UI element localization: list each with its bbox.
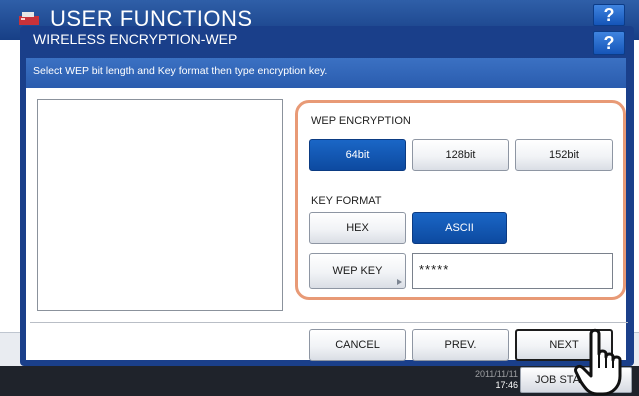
wep-64bit-button[interactable]: 64bit xyxy=(309,139,406,171)
clock: 2011/11/11 17:46 xyxy=(462,369,518,391)
key-format-hex-button[interactable]: HEX xyxy=(309,212,406,244)
hand-pointer-icon xyxy=(574,328,622,396)
popup-arrow-icon xyxy=(397,279,402,285)
wep-key-button-label: WEP KEY xyxy=(332,265,383,277)
wep-128bit-button[interactable]: 128bit xyxy=(412,139,509,171)
wep-encryption-label: WEP ENCRYPTION xyxy=(311,115,411,127)
key-format-ascii-button[interactable]: ASCII xyxy=(412,212,507,244)
key-format-label: KEY FORMAT xyxy=(311,195,382,207)
wep-key-field[interactable]: ***** xyxy=(412,253,613,289)
clock-time: 17:46 xyxy=(495,380,518,390)
wep-key-button[interactable]: WEP KEY xyxy=(309,253,406,289)
dialog-title: WIRELESS ENCRYPTION-WEP xyxy=(33,31,238,47)
instruction-text: Select WEP bit length and Key format the… xyxy=(33,65,328,77)
clock-date: 2011/11/11 xyxy=(474,369,518,379)
help-button[interactable]: ? xyxy=(593,31,625,55)
footer-divider xyxy=(30,322,628,323)
info-panel xyxy=(37,99,283,311)
wep-152bit-button[interactable]: 152bit xyxy=(515,139,613,171)
prev-button[interactable]: PREV. xyxy=(412,329,509,361)
background-help-button[interactable]: ? xyxy=(593,4,625,26)
cancel-button[interactable]: CANCEL xyxy=(309,329,406,361)
user-functions-icon xyxy=(19,12,39,25)
